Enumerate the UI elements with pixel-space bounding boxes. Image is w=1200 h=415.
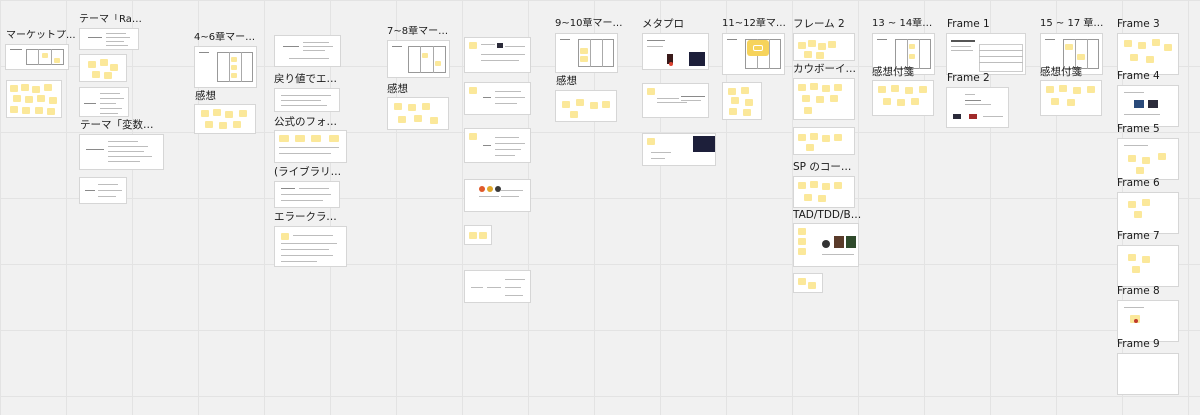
frame-frame-2[interactable] <box>946 87 1009 128</box>
frame-title-ch4-6[interactable]: 4~6章マーケ... <box>194 32 258 44</box>
frame-title-library[interactable]: (ライブラリ 前... <box>274 166 344 178</box>
frame-frame-6[interactable] <box>1117 192 1179 234</box>
frame-title-frame-1[interactable]: Frame 1 <box>947 18 997 30</box>
frame-col6-d[interactable] <box>464 179 531 212</box>
frame-metapro-b[interactable] <box>642 83 709 118</box>
frame-title-kanso-2[interactable]: 感想 <box>387 83 427 95</box>
frame-title-frame-9[interactable]: Frame 9 <box>1117 338 1167 350</box>
frame-tad-tdd-bdd[interactable] <box>793 223 859 267</box>
frame-error-class[interactable] <box>274 226 347 267</box>
frame-title-tad-tdd-bdd[interactable]: TAD/TDD/BDD <box>793 209 863 221</box>
frame-metapro-c[interactable] <box>642 133 716 166</box>
frame-col6-f[interactable] <box>464 270 531 303</box>
frame-tad-sub[interactable] <box>793 273 823 293</box>
frame-kanso-fusen-1[interactable] <box>872 80 934 116</box>
frame-title-metapro[interactable]: メタプロ <box>642 18 692 30</box>
frame-cowboy-b[interactable] <box>793 127 855 155</box>
frame-frame-9[interactable] <box>1117 353 1179 395</box>
frame-cowboy[interactable] <box>793 78 855 120</box>
frame-frame-7[interactable] <box>1117 245 1179 287</box>
frame-title-return-value[interactable]: 戻り値でエラ... <box>274 73 344 85</box>
frame-title-cowboy[interactable]: カウボーイア... <box>793 63 859 75</box>
frame-title-theme-rati[interactable]: テーマ「Rati... <box>79 14 143 26</box>
frame-title-kanso-3[interactable]: 感想 <box>556 75 596 87</box>
frame-title-kanso-fusen-2[interactable]: 感想付箋 <box>1040 66 1090 78</box>
frame-theme-var-sub[interactable] <box>79 177 127 204</box>
frame-return-tree[interactable] <box>274 35 341 67</box>
frame-col6-e[interactable] <box>464 225 492 245</box>
frame-title-theme-var[interactable]: テーマ「変数スコ... <box>80 119 160 131</box>
frame-title-frame-6[interactable]: Frame 6 <box>1117 177 1167 189</box>
frame-title-error-class[interactable]: エラークラスの... <box>274 211 346 223</box>
frame-theme-rati-stickies[interactable] <box>79 54 127 82</box>
frame-title-ch11-12[interactable]: 11~12章マー... <box>722 18 786 30</box>
frame-frame-8[interactable] <box>1117 300 1179 342</box>
frame-ch4-6-table[interactable] <box>194 46 257 88</box>
frame-title-frame-2[interactable]: Frame 2 <box>947 72 997 84</box>
frame-title-frame-5[interactable]: Frame 5 <box>1117 123 1167 135</box>
frame-title-frame-4[interactable]: Frame 4 <box>1117 70 1167 82</box>
frame-title-frame-8[interactable]: Frame 8 <box>1117 285 1167 297</box>
frame-kanso-fusen-2[interactable] <box>1040 80 1102 116</box>
frame-title-frame-3[interactable]: Frame 3 <box>1117 18 1167 30</box>
frame-title-official-format[interactable]: 公式のフォーマ... <box>274 116 344 128</box>
frame-title-frame-7[interactable]: Frame 7 <box>1117 230 1167 242</box>
frame-market-stickies[interactable] <box>6 80 62 118</box>
frame-market-table[interactable] <box>5 44 69 70</box>
frame-theme-var-tree[interactable] <box>79 134 164 170</box>
frame-title-ch15-17[interactable]: 15 ~ 17 章マ... <box>1040 18 1108 30</box>
frame-title-kanso-1[interactable]: 感想 <box>195 90 235 102</box>
frame-title-ch13-14[interactable]: 13 ~ 14章マ... <box>872 18 936 30</box>
frame-kanso-1-stickies[interactable] <box>194 104 256 134</box>
whiteboard-canvas[interactable]: マーケットプ... テーマ「Rati... テーマ「変数スコ.. <box>0 0 1200 415</box>
frame-frame2-jp[interactable] <box>793 33 855 61</box>
frame-sp-code[interactable] <box>793 176 855 208</box>
frame-col6-c[interactable] <box>464 128 531 163</box>
chat-bubble-icon <box>747 40 769 56</box>
frame-title-ch9-10[interactable]: 9~10章マーケ... <box>555 18 625 30</box>
frame-title-ch7-8[interactable]: 7~8章マーケ... <box>387 26 457 38</box>
frame-col6-b[interactable] <box>464 82 531 115</box>
frame-title-kanso-fusen-1[interactable]: 感想付箋 <box>872 66 922 78</box>
frame-ch9-10-table[interactable] <box>555 33 618 73</box>
frame-official-format[interactable] <box>274 130 347 163</box>
frame-ch11-12-stickies[interactable] <box>722 82 762 120</box>
frame-library[interactable] <box>274 181 340 208</box>
frame-ch11-12-table[interactable] <box>722 33 785 75</box>
frame-kanso-2-stickies[interactable] <box>387 97 449 130</box>
frame-frame-1[interactable] <box>946 33 1026 75</box>
frame-frame-4[interactable] <box>1117 85 1179 127</box>
frame-title-frame2-jp[interactable]: フレーム 2 <box>793 18 853 30</box>
frame-col6-a[interactable] <box>464 37 531 73</box>
frame-title-sp-code[interactable]: SP のコード... <box>793 161 859 173</box>
frame-frame-5[interactable] <box>1117 138 1179 180</box>
frame-title-market[interactable]: マーケットプ... <box>6 30 76 42</box>
frame-metapro-a[interactable] <box>642 33 709 70</box>
frame-return-value[interactable] <box>274 88 340 112</box>
frame-ch7-8-table[interactable] <box>387 40 450 78</box>
frame-kanso-3-stickies[interactable] <box>555 90 617 122</box>
frame-frame-3[interactable] <box>1117 33 1179 75</box>
frame-theme-rati-tree[interactable] <box>79 28 139 50</box>
frame-theme-rati-mindmap[interactable] <box>79 87 129 117</box>
